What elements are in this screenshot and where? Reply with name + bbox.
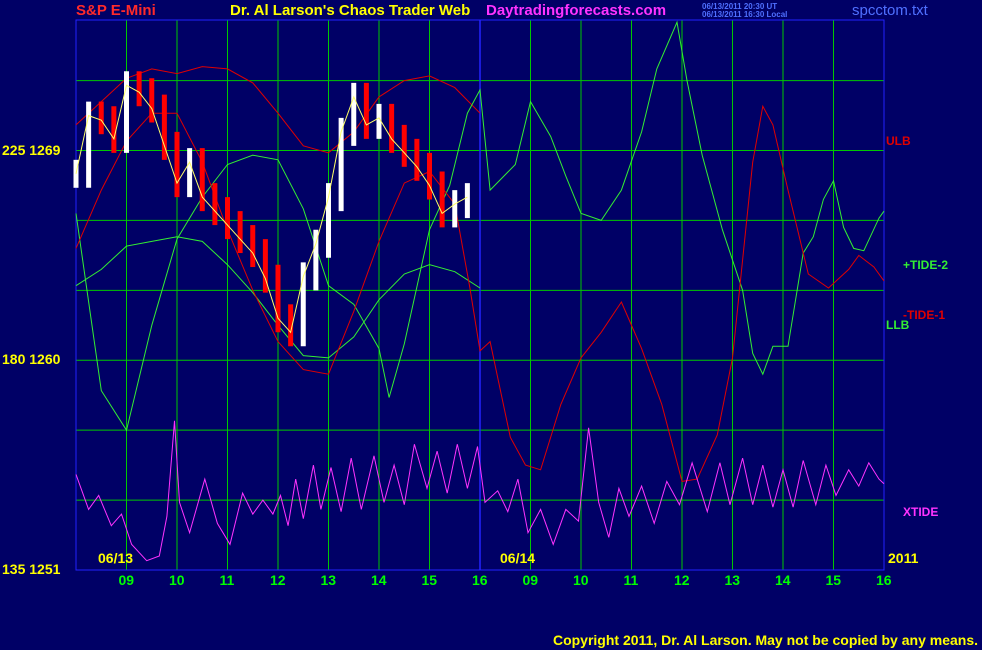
x-tick-label: 12: [270, 572, 286, 588]
x-tick-label: 13: [724, 572, 741, 588]
series-label-tide-plus: +TIDE-2: [903, 258, 949, 272]
data-filename: spcctom.txt: [852, 2, 928, 19]
x-tick-label: 09: [522, 572, 539, 588]
series-label-tide-minus: -TIDE-1: [903, 308, 945, 322]
chart-canvas: [73, 19, 885, 571]
site-link[interactable]: Daytradingforecasts.com: [486, 2, 666, 19]
date-label-day2: 06/14: [500, 550, 536, 566]
y-tick-label: 135 1251: [2, 561, 61, 577]
x-tick-label: 14: [775, 572, 791, 588]
x-tick-label: 15: [421, 572, 438, 588]
series-label-ulb: ULB: [886, 134, 911, 148]
date-label-day1: 06/13: [98, 550, 134, 566]
x-tick-label: 16: [472, 572, 488, 588]
symbol-title: S&P E-Mini: [76, 2, 156, 19]
copyright-notice: Copyright 2011, Dr. Al Larson. May not b…: [552, 632, 978, 648]
page-title: Dr. Al Larson's Chaos Trader Web: [230, 2, 471, 19]
year-label: 2011: [888, 550, 919, 566]
x-tick-label: 16: [876, 572, 892, 588]
y-tick-label: 225 1269: [2, 141, 61, 158]
x-tick-label: 09: [118, 572, 135, 588]
x-tick-label: 12: [674, 572, 690, 588]
timestamp-local: 06/13/2011 16:30 Local: [702, 10, 788, 19]
x-tick-label: 10: [573, 572, 589, 588]
price-line: [75, 84, 468, 334]
x-tick-label: 10: [169, 572, 185, 588]
x-tick-label: 15: [825, 572, 842, 588]
x-tick-label: 11: [219, 572, 235, 588]
x-tick-label: 14: [371, 572, 387, 588]
x-tick-label: 11: [623, 572, 639, 588]
y-tick-label: 180 1260: [2, 351, 61, 368]
series-label-xtide: XTIDE: [903, 505, 939, 519]
x-tick-label: 13: [320, 572, 337, 588]
